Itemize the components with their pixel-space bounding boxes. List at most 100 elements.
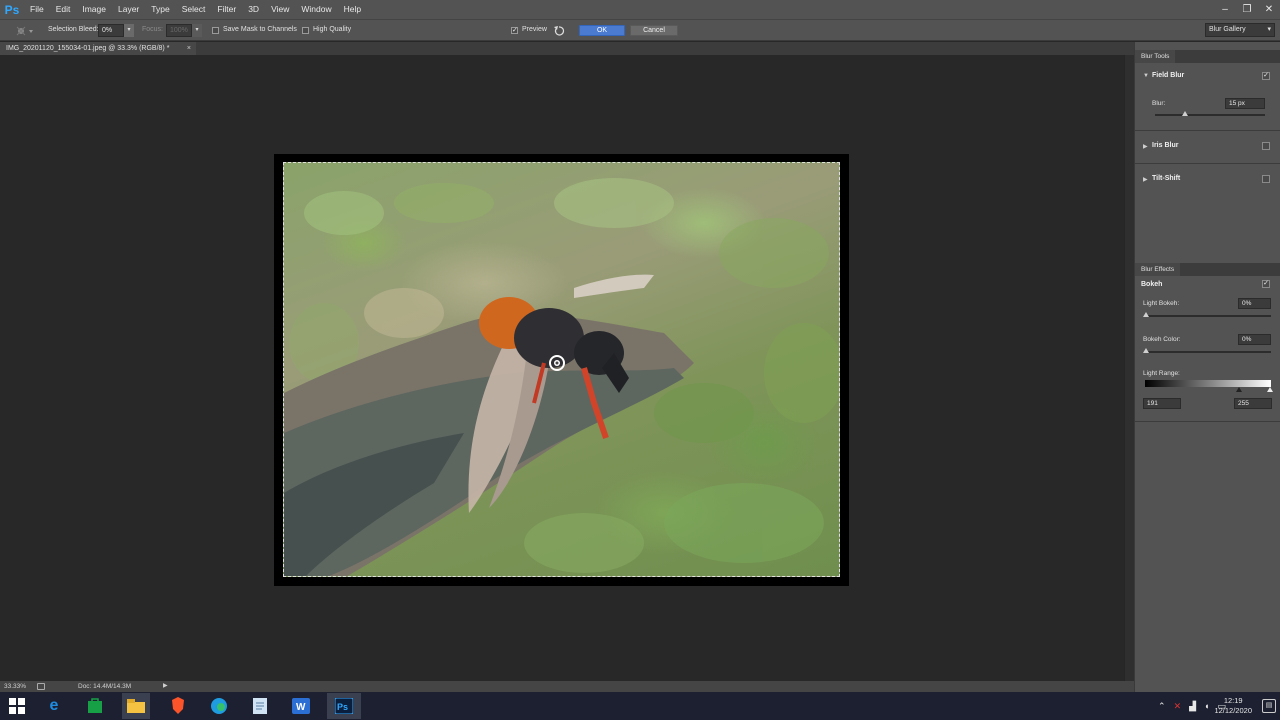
vertical-scrollbar[interactable]: [1124, 55, 1134, 681]
expand-iris-blur-icon[interactable]: ▶: [1143, 143, 1148, 150]
iris-blur-checkbox[interactable]: [1262, 142, 1270, 150]
light-range-max-thumb[interactable]: [1267, 387, 1273, 392]
bokeh-color-slider[interactable]: [1145, 351, 1271, 353]
menu-help[interactable]: Help: [338, 0, 367, 19]
blur-tools-header: Blur Tools: [1135, 50, 1280, 63]
photo-image[interactable]: [283, 162, 840, 577]
insect-on-branch-photo: [284, 178, 839, 576]
zoom-level[interactable]: 33.33%: [4, 681, 26, 692]
high-quality-label: High Quality: [313, 26, 352, 33]
workspace-label: Blur Gallery: [1209, 26, 1246, 33]
bokeh-checkbox[interactable]: ✓: [1262, 280, 1270, 288]
save-mask-label: Save Mask to Channels: [223, 26, 297, 33]
field-blur-checkbox[interactable]: ✓: [1262, 72, 1270, 80]
tilt-shift-label[interactable]: Tilt-Shift: [1152, 175, 1180, 182]
tilt-shift-checkbox[interactable]: [1262, 175, 1270, 183]
field-blur-label[interactable]: Field Blur: [1152, 72, 1184, 79]
internet-explorer-icon[interactable]: e: [42, 695, 66, 717]
notepad-icon[interactable]: [248, 695, 272, 717]
light-bokeh-slider-thumb[interactable]: [1143, 312, 1149, 317]
file-explorer-icon[interactable]: [122, 693, 150, 719]
notifications-icon[interactable]: ▤: [1262, 699, 1276, 713]
expand-field-blur-icon[interactable]: ▼: [1143, 73, 1149, 79]
restore-button[interactable]: ❐: [1236, 0, 1258, 19]
light-range-gradient[interactable]: [1145, 380, 1271, 387]
divider: [1135, 421, 1280, 422]
chevron-up-icon[interactable]: ⌃: [1158, 701, 1166, 712]
photoshop-icon[interactable]: Ps: [327, 693, 361, 719]
status-menu-arrow-icon[interactable]: ▶: [163, 681, 168, 692]
chevron-down-icon: ▾: [1267, 26, 1271, 33]
photoshop-logo: Ps: [4, 2, 20, 17]
options-bar: Selection Bleed: 0% ▾ Focus: 100% ▾ Save…: [0, 19, 1280, 41]
bokeh-color-slider-thumb[interactable]: [1143, 348, 1149, 353]
signal-icon[interactable]: ▟: [1189, 701, 1196, 712]
light-range-min-input[interactable]: 191: [1143, 398, 1181, 409]
workspace-dropdown[interactable]: Blur Gallery ▾: [1205, 23, 1275, 37]
svg-text:W: W: [296, 702, 306, 713]
selection-bleed-dropdown[interactable]: ▾: [124, 24, 134, 37]
focus-label: Focus:: [142, 26, 164, 33]
window-controls: – ❐ ✕: [1214, 0, 1280, 19]
bokeh-color-input[interactable]: 0%: [1238, 334, 1271, 345]
light-bokeh-input[interactable]: 0%: [1238, 298, 1271, 309]
menu-type[interactable]: Type: [145, 0, 175, 19]
blur-tools-tab[interactable]: Blur Tools: [1135, 50, 1176, 63]
menu-edit[interactable]: Edit: [50, 0, 77, 19]
expand-tilt-shift-icon[interactable]: ▶: [1143, 176, 1148, 183]
divider: [1135, 163, 1280, 164]
canvas-area[interactable]: [0, 55, 1134, 681]
menu-layer[interactable]: Layer: [112, 0, 145, 19]
save-mask-checkbox[interactable]: [212, 27, 219, 34]
volume-icon[interactable]: ◖: [1204, 701, 1209, 711]
menu-view[interactable]: View: [265, 0, 295, 19]
blur-amount-input[interactable]: 15 px: [1225, 98, 1265, 109]
blur-amount-label: Blur:: [1152, 100, 1166, 107]
blur-slider-thumb[interactable]: [1181, 111, 1188, 116]
edge-icon[interactable]: [207, 695, 231, 717]
bokeh-color-label: Bokeh Color:: [1143, 336, 1181, 343]
clock[interactable]: 12:19 12/12/2020: [1214, 696, 1252, 716]
selection-bleed-input[interactable]: 0%: [98, 24, 124, 37]
clock-date: 12/12/2020: [1214, 706, 1252, 715]
light-bokeh-label: Light Bokeh:: [1143, 300, 1180, 307]
menu-filter[interactable]: Filter: [211, 0, 242, 19]
right-panel-dock: Blur Tools ▼ Field Blur ✓ Blur: 15 px ▶ …: [1134, 42, 1280, 692]
focus-dropdown[interactable]: ▾: [192, 24, 202, 37]
document-canvas[interactable]: [274, 154, 849, 586]
ok-button[interactable]: OK: [579, 25, 625, 36]
network-disconnected-icon[interactable]: ✕: [1174, 701, 1182, 712]
bokeh-label: Bokeh: [1141, 281, 1163, 288]
high-quality-checkbox[interactable]: [302, 27, 309, 34]
store-icon[interactable]: [83, 695, 107, 717]
menu-3d[interactable]: 3D: [242, 0, 265, 19]
light-range-min-thumb[interactable]: [1236, 387, 1242, 392]
preview-checkbox[interactable]: ✓: [511, 27, 518, 34]
brave-icon[interactable]: [166, 695, 190, 717]
light-range-label: Light Range:: [1143, 370, 1180, 377]
menu-bar: Ps File Edit Image Layer Type Select Fil…: [0, 0, 1280, 19]
reset-pins-icon[interactable]: [553, 25, 565, 37]
blur-slider[interactable]: [1155, 114, 1265, 116]
word-icon[interactable]: W: [289, 695, 313, 717]
menu-select[interactable]: Select: [176, 0, 212, 19]
menu-window[interactable]: Window: [295, 0, 337, 19]
menu-file[interactable]: File: [24, 0, 50, 19]
document-size: Doc: 14.4M/14.3M: [78, 683, 132, 690]
menu-image[interactable]: Image: [76, 0, 112, 19]
status-info-icon[interactable]: [37, 683, 45, 690]
close-tab-icon[interactable]: ×: [187, 42, 191, 55]
focus-input[interactable]: 100%: [166, 24, 192, 37]
close-button[interactable]: ✕: [1258, 0, 1280, 19]
selection-bleed-label: Selection Bleed:: [48, 26, 99, 33]
minimize-button[interactable]: –: [1214, 0, 1236, 19]
blur-effects-tab[interactable]: Blur Effects: [1135, 263, 1181, 276]
light-range-max-input[interactable]: 255: [1234, 398, 1272, 409]
document-tab[interactable]: IMG_20201120_155034-01.jpeg @ 33.3% (RGB…: [0, 42, 196, 55]
status-bar: 33.33% Doc: 14.4M/14.3M ▶: [0, 681, 1134, 692]
windows-start-icon[interactable]: [5, 695, 29, 717]
light-bokeh-slider[interactable]: [1145, 315, 1271, 317]
cancel-button[interactable]: Cancel: [630, 25, 678, 36]
iris-blur-label[interactable]: Iris Blur: [1152, 142, 1178, 149]
blur-pin-icon[interactable]: [14, 24, 34, 38]
